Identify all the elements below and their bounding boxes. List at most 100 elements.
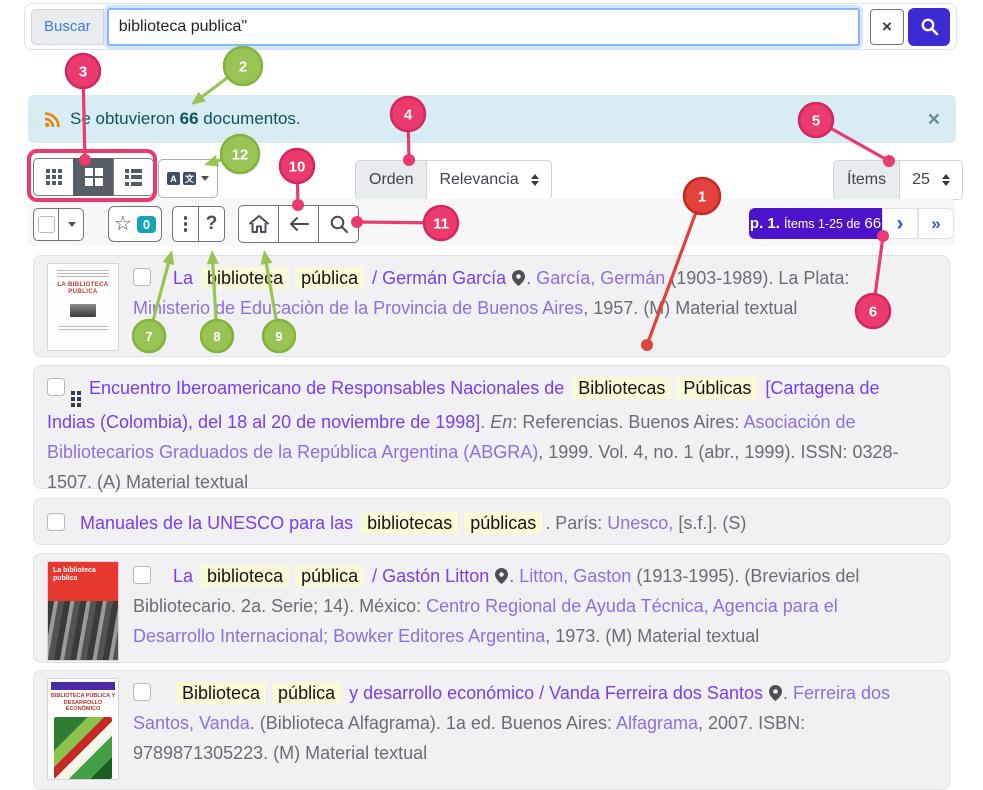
record-title-link[interactable]: La (173, 566, 198, 586)
record-link[interactable]: Centro Regional de Ayuda Técnica, Agenci… (426, 596, 838, 616)
last-page-button[interactable]: » (918, 208, 954, 239)
record-link[interactable]: Bibliotecarios Graduados de la República… (47, 442, 538, 462)
help-button[interactable]: ? (198, 206, 225, 242)
record-link[interactable]: Litton, Gaston (519, 566, 631, 586)
sort-label: Orden (355, 160, 426, 200)
search-term-highlight[interactable]: pública (272, 682, 341, 704)
search-term-highlight[interactable]: pública (295, 267, 364, 289)
pagination-status-badge: p. 1. Ítems 1-25 de 66 (749, 208, 882, 239)
book-cover-thumbnail[interactable]: LA BIBLIOTECA PUBLICA (47, 263, 119, 351)
record-title-link[interactable]: [Cartagena de (760, 378, 879, 398)
location-pin-icon[interactable] (512, 270, 525, 286)
location-pin-icon[interactable] (769, 685, 782, 701)
select-arrows-icon (942, 174, 950, 186)
record-text: . (526, 268, 536, 288)
record-title-link[interactable]: La (173, 268, 198, 288)
record-link[interactable]: Unesco, (607, 513, 673, 533)
analytic-grid-icon (71, 391, 81, 407)
callout-number: 12 (232, 147, 249, 164)
chevron-down-icon (201, 176, 209, 181)
sort-selected-value: Relevancia (439, 171, 518, 189)
grid-3x3-icon (46, 169, 62, 185)
record-citation: Encuentro Iberoamericano de Responsables… (47, 373, 941, 481)
record-checkbox[interactable] (47, 378, 65, 396)
sort-control: Orden Relevancia (355, 160, 552, 200)
result-row: Encuentro Iberoamericano de Responsables… (33, 365, 950, 489)
search-term-highlight[interactable]: públicas (464, 512, 542, 534)
display-options-dropdown[interactable]: A 文 (158, 159, 218, 198)
select-all-group (33, 208, 84, 241)
next-page-button[interactable]: › (882, 208, 918, 239)
view-list-button[interactable] (113, 158, 154, 196)
list-icon (125, 169, 142, 186)
record-link[interactable]: García, Germán (536, 268, 665, 288)
vertical-dots-icon (184, 216, 188, 232)
search-bar: Buscar × (24, 3, 957, 50)
select-all-checkbox[interactable] (38, 216, 55, 233)
view-grid-large-button[interactable] (73, 158, 114, 196)
record-text: . París: (545, 513, 607, 533)
select-all-checkbox-button[interactable] (33, 208, 59, 241)
search-term-highlight[interactable]: biblioteca (201, 565, 289, 587)
clear-search-button[interactable]: × (870, 9, 904, 45)
book-cover-thumbnail[interactable]: La biblioteca publica (47, 561, 119, 661)
favorites-button[interactable]: ☆ 0 (108, 206, 162, 242)
record-link[interactable]: Alfagrama (616, 713, 698, 733)
record-link[interactable]: Asociación de (743, 412, 855, 432)
record-checkbox[interactable] (133, 268, 151, 286)
search-term-highlight[interactable]: Públicas (677, 377, 757, 399)
record-title-link[interactable]: Manuales de la UNESCO para las (80, 513, 358, 533)
more-options-button[interactable] (172, 206, 199, 242)
back-button[interactable] (278, 205, 319, 243)
view-grid-small-button[interactable] (33, 158, 74, 196)
record-title-link[interactable]: Encuentro Iberoamericano de Responsables… (89, 378, 569, 398)
home-button[interactable] (238, 205, 279, 243)
record-checkbox[interactable] (47, 513, 65, 531)
search-term-highlight[interactable]: Biblioteca (176, 682, 266, 704)
record-link[interactable]: Ministerio de Educaciòn de la Provincia … (133, 298, 583, 318)
record-title-link[interactable]: Indias (Colombia), del 18 al 20 de novie… (47, 412, 480, 432)
search-term-highlight[interactable]: biblioteca (201, 267, 289, 289)
location-pin-icon[interactable] (495, 568, 508, 584)
search-icon (329, 214, 349, 234)
record-link[interactable]: Desarrollo Internacional; Bowker Editore… (133, 626, 545, 646)
record-text: , 1999. Vol. 4, no. 1 (abr., 1999). ISSN… (538, 442, 898, 462)
book-cover-thumbnail[interactable]: BIBLIOTECA PÚBLICA Y DESARROLLO ECONÓMIC… (47, 678, 119, 780)
select-dropdown-button[interactable] (58, 208, 84, 241)
callout-circle-3 (66, 54, 100, 88)
search-term-highlight[interactable]: pública (295, 565, 364, 587)
alert-prefix: Se obtuvieron (70, 109, 175, 128)
select-arrows-icon (531, 174, 539, 186)
home-icon (248, 214, 270, 234)
rss-icon[interactable] (44, 111, 61, 128)
record-citation: La bibliotecapública / Gastón Litton . L… (133, 561, 941, 655)
record-title-link[interactable]: y desarrollo económico / Vanda Ferreira … (344, 683, 768, 703)
search-label-button[interactable]: Buscar (31, 9, 104, 45)
record-citation: Manuales de la UNESCO para las bibliotec… (47, 508, 941, 537)
new-search-button[interactable] (318, 205, 359, 243)
search-term-highlight[interactable]: bibliotecas (361, 512, 458, 534)
result-row: La biblioteca publica La biblioteca públic… (33, 553, 950, 663)
items-select[interactable]: 25 (899, 160, 963, 200)
record-text: Bibliotecario. 2a. Serie; 14). México: (133, 596, 426, 616)
callout-number: 3 (79, 64, 87, 81)
close-alert-icon[interactable]: × (928, 109, 940, 130)
items-selected-value: 25 (912, 171, 930, 189)
record-text: , 1973. (M) Material textual (545, 626, 759, 646)
search-input[interactable] (107, 8, 860, 46)
sort-select[interactable]: Relevancia (426, 160, 551, 200)
cover-decoration (58, 326, 108, 332)
grid-2x2-icon (85, 168, 103, 186)
cover-image (54, 717, 112, 779)
record-link[interactable]: Santos, Vanda (133, 713, 250, 733)
record-checkbox[interactable] (133, 683, 151, 701)
cover-decoration (57, 270, 109, 277)
record-text: [s.f.]. (S) (673, 513, 746, 533)
search-term-highlight[interactable]: Bibliotecas (572, 377, 671, 399)
chevron-down-icon (68, 222, 76, 227)
record-title-link[interactable]: / Gastón Litton (367, 566, 494, 586)
search-submit-button[interactable] (908, 8, 950, 46)
record-title-link[interactable]: / Germán García (367, 268, 511, 288)
record-checkbox[interactable] (133, 566, 151, 584)
record-link[interactable]: Ferreira dos (793, 683, 890, 703)
